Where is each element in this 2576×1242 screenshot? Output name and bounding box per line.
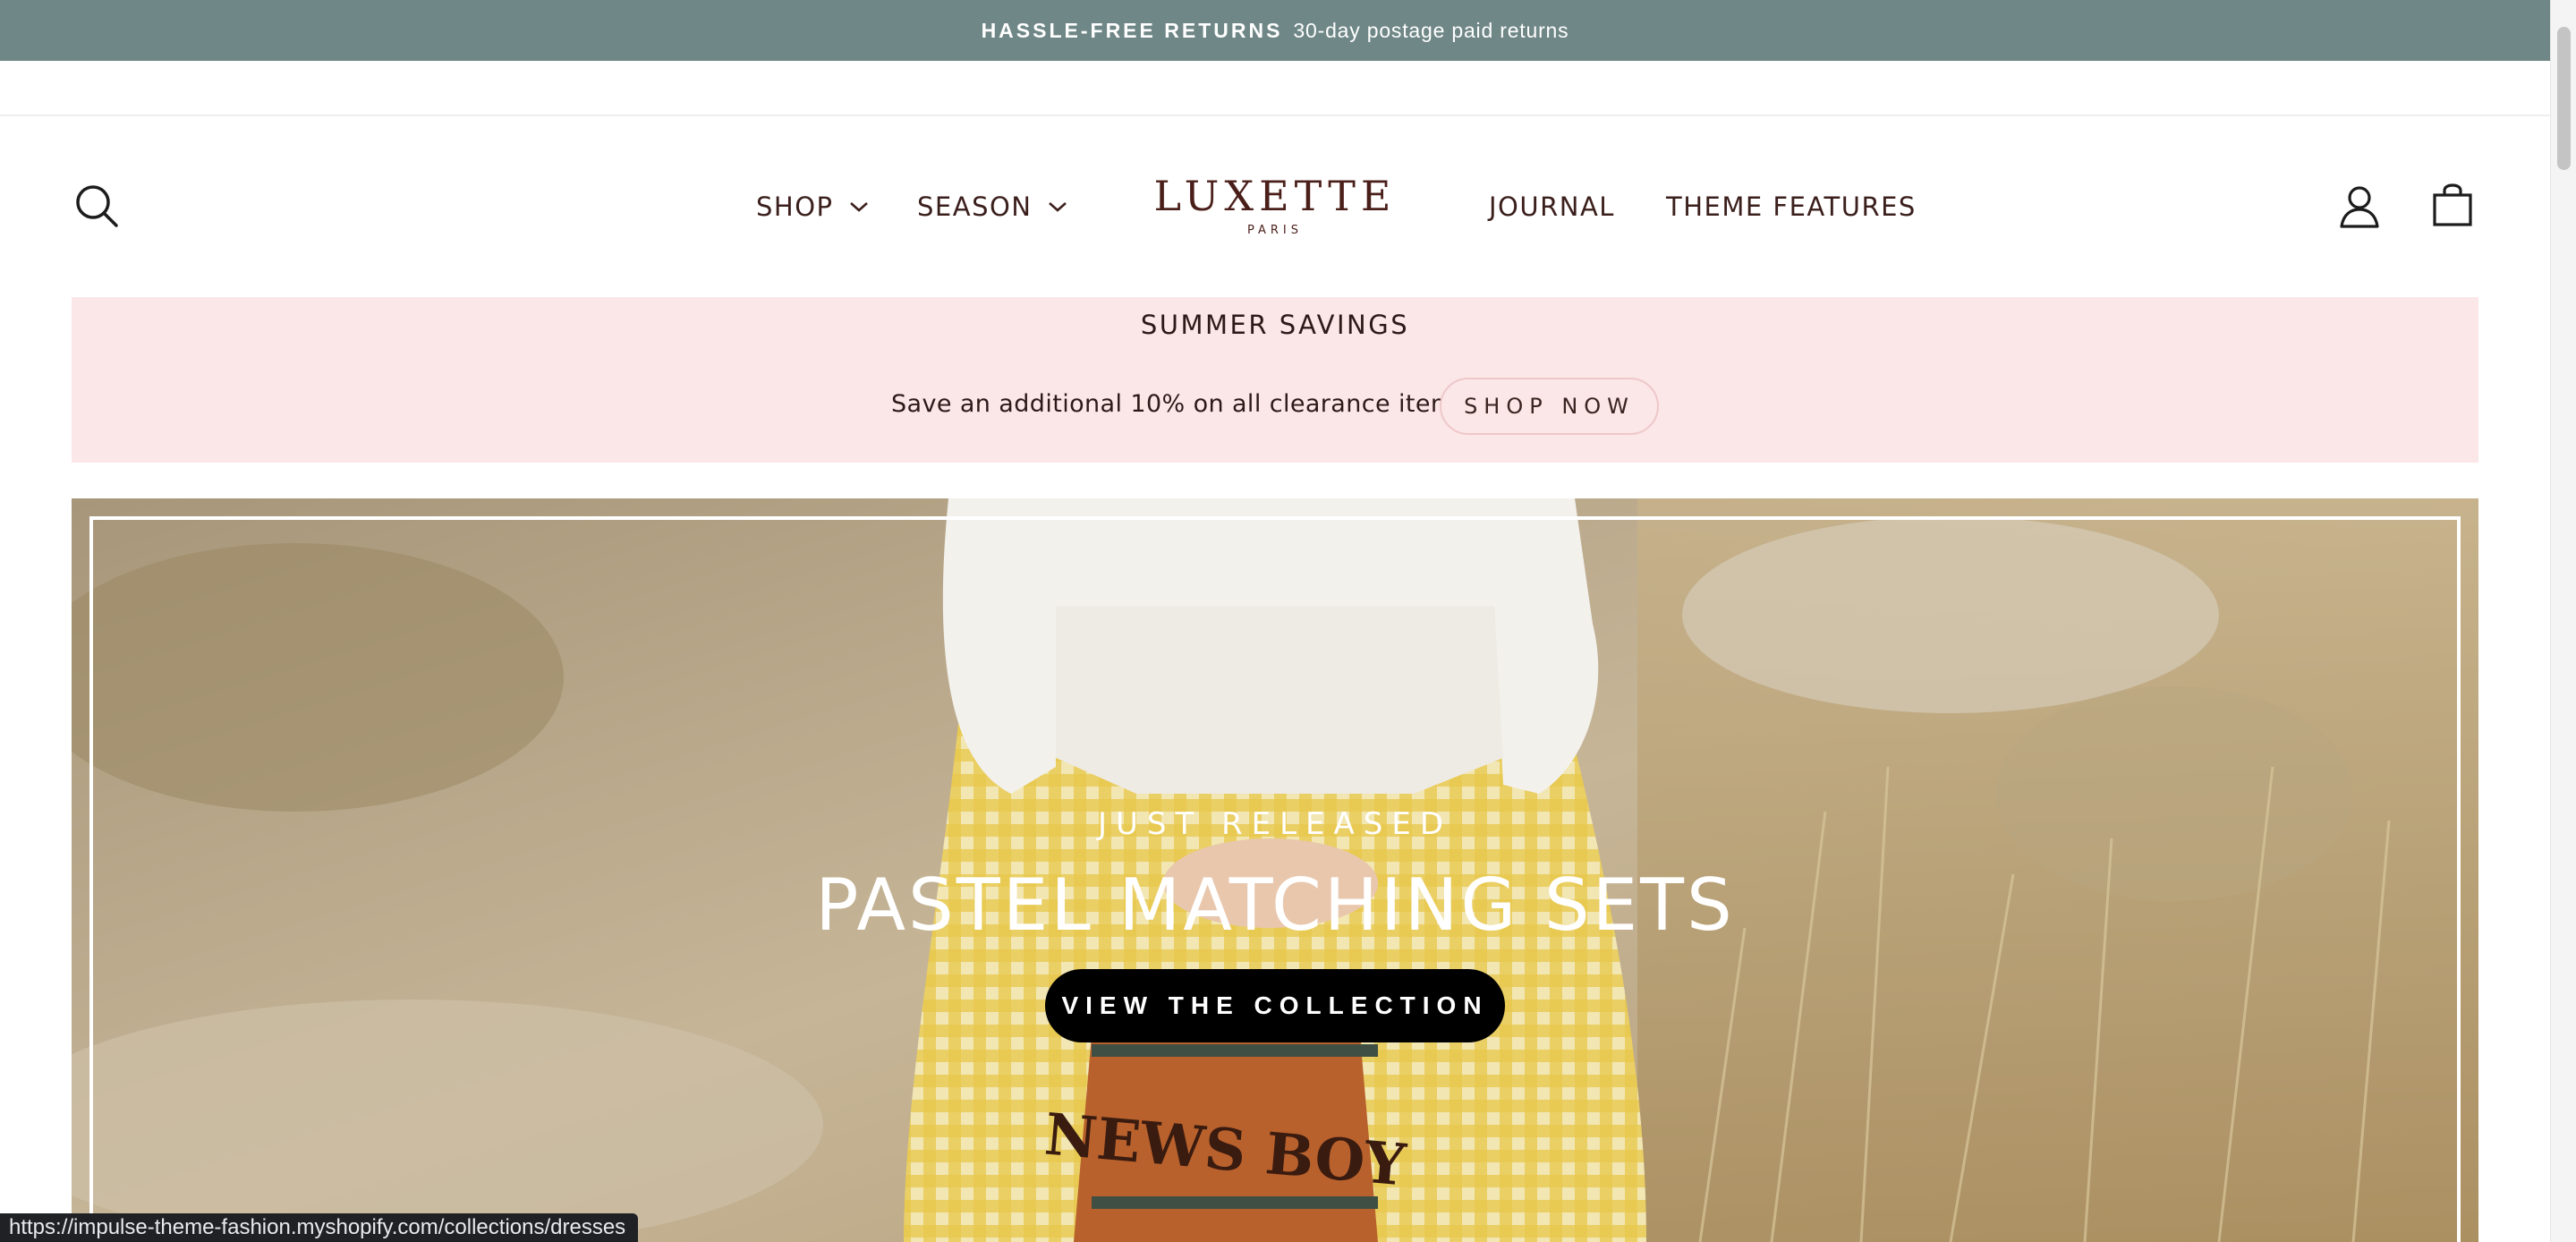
hero-banner[interactable]: NEWS BOY JUST RELEASED PASTEL MATCHING S… xyxy=(72,498,2478,1242)
announcement-bar: HASSLE-FREE RETURNS 30-day postage paid … xyxy=(0,0,2550,61)
nav-season[interactable]: SEASON xyxy=(917,186,1068,227)
nav-journal-label: JOURNAL xyxy=(1489,191,1615,222)
promo-banner: SUMMER SAVINGS Save an additional 10% on… xyxy=(72,297,2478,463)
nav-theme-features-label: THEME FEATURES xyxy=(1666,191,1917,222)
view-collection-button[interactable]: VIEW THE COLLECTION xyxy=(1045,969,1505,1042)
link-status-url: https://impulse-theme-fashion.myshopify.… xyxy=(0,1213,639,1242)
nav-journal[interactable]: JOURNAL xyxy=(1489,186,1615,227)
cart-icon[interactable] xyxy=(2432,183,2473,227)
announcement-text: 30-day postage paid returns xyxy=(1293,18,1569,42)
nav-theme-features[interactable]: THEME FEATURES xyxy=(1666,186,1917,227)
hero-kicker: JUST RELEASED xyxy=(1097,806,1453,842)
page-scrollbar[interactable] xyxy=(2550,0,2576,1242)
announcement-bold: HASSLE-FREE RETURNS xyxy=(981,18,1283,42)
chevron-down-icon xyxy=(849,202,868,212)
site-logo[interactable]: LUXETTE PARIS xyxy=(1145,172,1405,237)
logo-brand: LUXETTE xyxy=(1153,172,1397,220)
nav-shop-label: SHOP xyxy=(756,191,834,222)
promo-text: Save an additional 10% on all clearance … xyxy=(891,390,1468,418)
logo-sub: PARIS xyxy=(1246,224,1304,237)
nav-shop[interactable]: SHOP xyxy=(756,186,870,227)
hero-title: PASTEL MATCHING SETS xyxy=(815,863,1735,947)
site-header: SHOP SEASON LUXETTE PARIS JOURNAL THEME … xyxy=(0,116,2550,295)
shop-now-button[interactable]: SHOP NOW xyxy=(1440,378,1659,435)
scrollbar-thumb[interactable] xyxy=(2557,27,2571,170)
nav-season-label: SEASON xyxy=(917,191,1033,222)
search-icon[interactable] xyxy=(73,183,120,229)
account-icon[interactable] xyxy=(2339,184,2380,229)
chevron-down-icon xyxy=(1048,202,1067,212)
promo-title: SUMMER SAVINGS xyxy=(1140,310,1410,340)
